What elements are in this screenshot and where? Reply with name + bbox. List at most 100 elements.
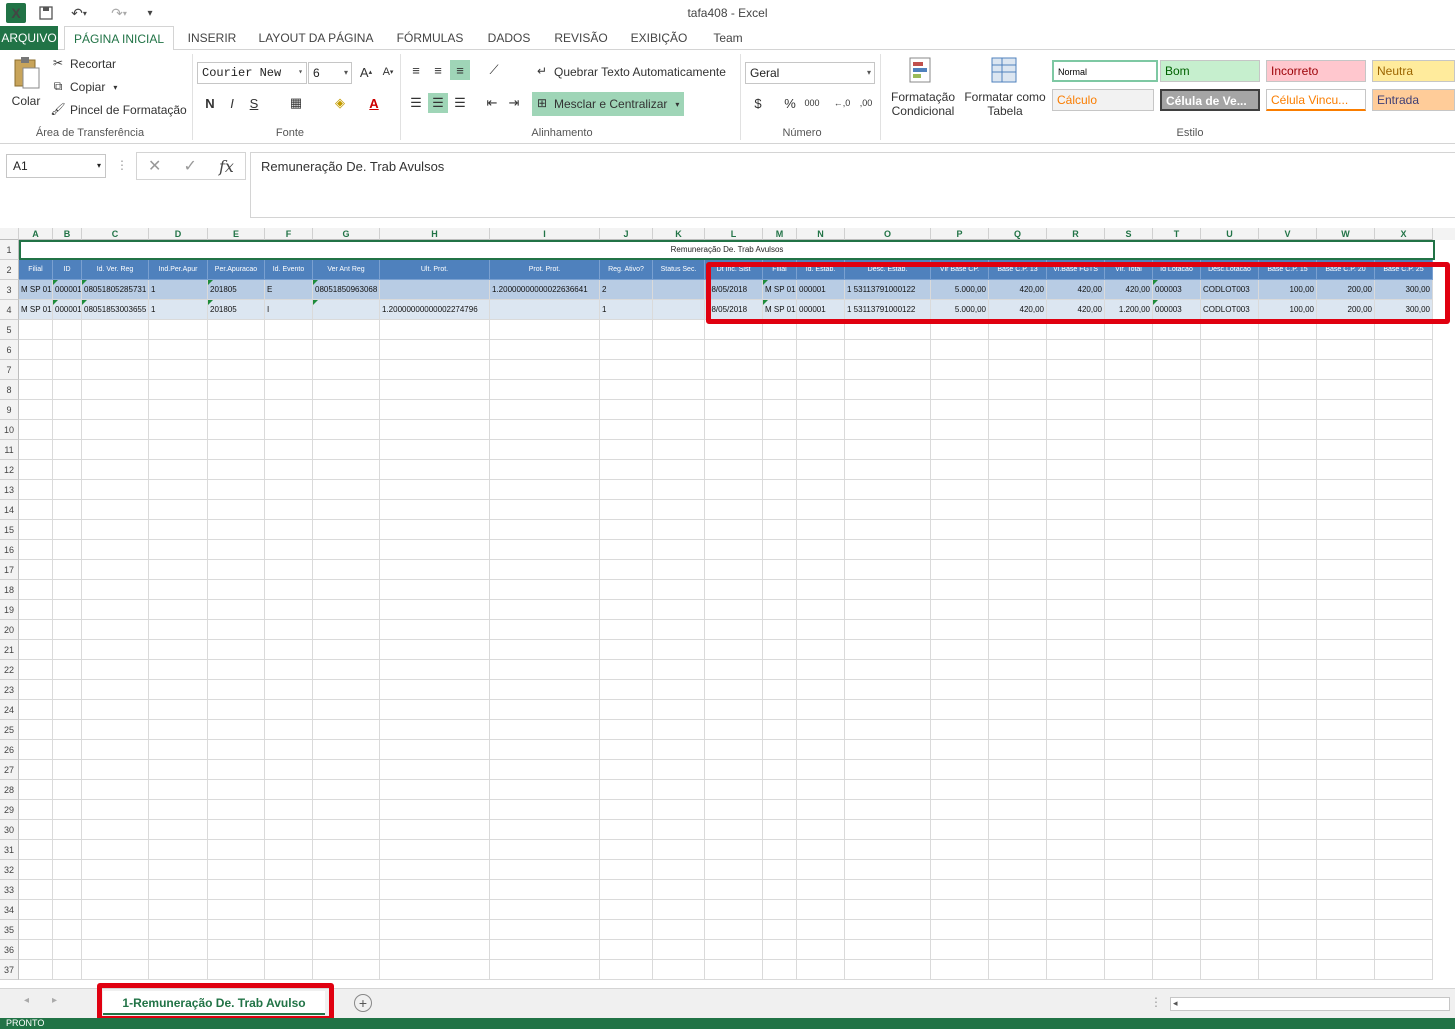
cell[interactable] <box>1317 760 1375 780</box>
cell[interactable] <box>1201 460 1259 480</box>
cell[interactable] <box>845 800 931 820</box>
cell[interactable] <box>845 400 931 420</box>
increase-font-icon[interactable]: A ▴ <box>356 62 376 82</box>
cell[interactable] <box>797 620 845 640</box>
cell[interactable] <box>265 780 313 800</box>
cell[interactable] <box>845 960 931 980</box>
cell[interactable] <box>1201 500 1259 520</box>
cell[interactable] <box>989 600 1047 620</box>
style-3[interactable]: Neutra <box>1372 60 1455 82</box>
cell[interactable] <box>1375 560 1433 580</box>
cell[interactable] <box>653 300 705 320</box>
cell[interactable] <box>845 580 931 600</box>
cell[interactable] <box>931 620 989 640</box>
cell[interactable] <box>1201 560 1259 580</box>
cell[interactable] <box>1105 660 1153 680</box>
cell[interactable] <box>931 680 989 700</box>
cell[interactable] <box>931 700 989 720</box>
cell[interactable] <box>208 640 265 660</box>
cell[interactable] <box>1259 800 1317 820</box>
cell[interactable] <box>705 440 763 460</box>
row-header[interactable]: 13 <box>0 480 19 500</box>
cell[interactable] <box>313 500 380 520</box>
cell[interactable] <box>845 340 931 360</box>
cell[interactable] <box>149 580 208 600</box>
row-header[interactable]: 23 <box>0 680 19 700</box>
decrease-font-icon[interactable]: A ▾ <box>378 62 398 82</box>
cell[interactable] <box>797 560 845 580</box>
cell[interactable] <box>380 620 490 640</box>
cell[interactable] <box>705 460 763 480</box>
cell[interactable] <box>705 480 763 500</box>
format-as-table-button[interactable]: Formatar como Tabela <box>962 56 1048 124</box>
cell[interactable] <box>763 940 797 960</box>
cell[interactable] <box>208 580 265 600</box>
cell[interactable] <box>208 860 265 880</box>
column-header-p[interactable]: P <box>931 228 989 240</box>
cell[interactable] <box>763 640 797 660</box>
cell[interactable] <box>763 840 797 860</box>
cell[interactable] <box>380 580 490 600</box>
cell[interactable] <box>265 340 313 360</box>
cell[interactable] <box>1317 540 1375 560</box>
cell[interactable] <box>845 620 931 640</box>
cell[interactable] <box>1105 540 1153 560</box>
cell[interactable] <box>149 500 208 520</box>
cell[interactable] <box>989 460 1047 480</box>
cell[interactable] <box>797 320 845 340</box>
cell[interactable] <box>82 600 149 620</box>
cell[interactable] <box>763 900 797 920</box>
cell[interactable] <box>600 380 653 400</box>
row-header[interactable]: 28 <box>0 780 19 800</box>
cell[interactable] <box>600 580 653 600</box>
cell[interactable] <box>653 740 705 760</box>
column-header-o[interactable]: O <box>845 228 931 240</box>
cell[interactable] <box>600 720 653 740</box>
cell[interactable] <box>1259 940 1317 960</box>
cell[interactable] <box>1153 600 1201 620</box>
cell[interactable] <box>1047 380 1105 400</box>
cell[interactable] <box>149 860 208 880</box>
cell[interactable] <box>1317 480 1375 500</box>
row-header[interactable]: 12 <box>0 460 19 480</box>
cell[interactable] <box>1153 720 1201 740</box>
cell[interactable] <box>265 920 313 940</box>
cell[interactable] <box>1375 320 1433 340</box>
cell[interactable] <box>1047 940 1105 960</box>
header-cell[interactable]: Vlr. Total <box>1105 260 1153 280</box>
cell[interactable] <box>763 880 797 900</box>
cell[interactable] <box>931 900 989 920</box>
cell[interactable] <box>208 680 265 700</box>
cell[interactable] <box>208 900 265 920</box>
cell[interactable] <box>705 740 763 760</box>
number-format-select[interactable]: Geral ▾ <box>745 62 875 84</box>
row-header[interactable]: 11 <box>0 440 19 460</box>
sheet-title-cell[interactable]: Remuneração De. Trab Avulsos <box>19 240 1435 260</box>
cell[interactable] <box>1201 540 1259 560</box>
cell[interactable] <box>490 580 600 600</box>
row-header[interactable]: 18 <box>0 580 19 600</box>
cell[interactable] <box>705 960 763 980</box>
cell[interactable] <box>265 840 313 860</box>
cell[interactable] <box>653 620 705 640</box>
cell[interactable] <box>1105 740 1153 760</box>
cell[interactable] <box>1259 320 1317 340</box>
cell[interactable] <box>845 720 931 740</box>
cell[interactable] <box>763 480 797 500</box>
cell[interactable] <box>490 380 600 400</box>
cell[interactable] <box>845 920 931 940</box>
cell[interactable] <box>313 680 380 700</box>
cell[interactable] <box>797 780 845 800</box>
cell[interactable] <box>931 600 989 620</box>
cell[interactable] <box>208 620 265 640</box>
cell[interactable] <box>763 580 797 600</box>
cell[interactable] <box>19 520 53 540</box>
cell[interactable] <box>19 740 53 760</box>
cell[interactable] <box>265 740 313 760</box>
header-cell[interactable]: Vlr Base CP. <box>931 260 989 280</box>
cell[interactable] <box>1153 760 1201 780</box>
cell[interactable] <box>705 880 763 900</box>
cell[interactable]: 000001 <box>797 300 845 320</box>
cell[interactable] <box>53 960 82 980</box>
cell[interactable]: 200,00 <box>1317 280 1375 300</box>
